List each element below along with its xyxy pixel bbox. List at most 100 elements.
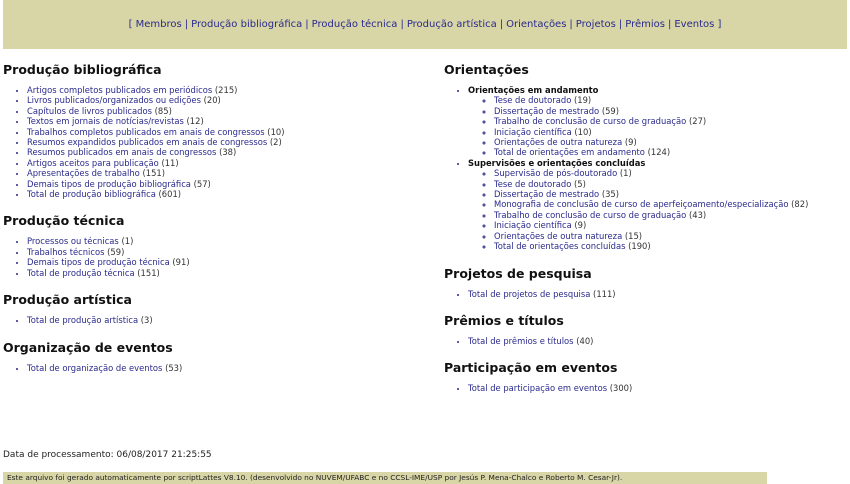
section-producao-tecnica: Produção técnica Processos ou técnicas (…	[3, 213, 423, 278]
list-item-link[interactable]: Dissertação de mestrado	[494, 106, 599, 116]
nav-link-producao-bibliografica[interactable]: Produção bibliográfica	[191, 19, 302, 30]
list-item-link[interactable]: Supervisão de pós-doutorado	[494, 168, 617, 178]
list-item-link[interactable]: Orientações de outra natureza	[494, 137, 622, 147]
footer-note: Este arquivo foi gerado automaticamente …	[3, 472, 767, 484]
list-item-link[interactable]: Livros publicados/organizados ou edições	[27, 95, 201, 105]
item-count: (12)	[186, 116, 204, 127]
section-title: Produção técnica	[3, 213, 125, 229]
section-organizacao-eventos: Organização de eventos Total de organiza…	[3, 340, 423, 373]
item-count: (57)	[193, 178, 211, 189]
list-item: Dissertação de mestrado (35)	[494, 189, 844, 199]
group-orientacoes-concluidas: Supervisões e orientações concluídas Sup…	[468, 158, 844, 252]
list-item: Livros publicados/organizados ou edições…	[27, 95, 423, 105]
list-item-link[interactable]: Trabalho de conclusão de curso de gradua…	[494, 116, 686, 126]
list-item: Apresentações de trabalho (151)	[27, 168, 423, 178]
nav-link-projetos[interactable]: Projetos	[576, 19, 616, 30]
list-orientacoes-andamento: Tese de doutorado (19) Dissertação de me…	[468, 95, 844, 157]
item-count: (53)	[165, 362, 183, 373]
list-item: Trabalho de conclusão de curso de gradua…	[494, 116, 844, 126]
item-count: (9)	[624, 137, 637, 148]
list-item-link[interactable]: Demais tipos de produção bibliográfica	[27, 179, 191, 189]
item-count: (10)	[267, 126, 285, 137]
list-item: Monografia de conclusão de curso de aper…	[494, 199, 844, 209]
list-item: Trabalhos completos publicados em anais …	[27, 127, 423, 137]
list-item-link[interactable]: Total de produção técnica	[27, 268, 135, 278]
list-item: Iniciação científica (10)	[494, 127, 844, 137]
item-count: (40)	[576, 335, 594, 346]
nav-link-premios[interactable]: Prêmios	[625, 19, 665, 30]
nav-link-orientacoes[interactable]: Orientações	[506, 19, 566, 30]
list-item-link[interactable]: Resumos publicados em anais de congresso…	[27, 147, 216, 157]
list-item: Total de produção técnica (151)	[27, 268, 423, 278]
section-participacao-eventos: Participação em eventos Total de partici…	[444, 360, 844, 393]
group-heading: Supervisões e orientações concluídas	[468, 157, 646, 168]
list-item-link[interactable]: Apresentações de trabalho	[27, 168, 140, 178]
processing-date: Data de processamento: 06/08/2017 21:25:…	[3, 450, 212, 460]
nav-link-membros[interactable]: Membros	[136, 19, 182, 30]
list-item: Textos em jornais de notícias/revistas (…	[27, 116, 423, 126]
list-item: Demais tipos de produção bibliográfica (…	[27, 179, 423, 189]
list-item-link[interactable]: Resumos expandidos publicados em anais d…	[27, 137, 267, 147]
list-item-link[interactable]: Total de orientações em andamento	[494, 147, 645, 157]
list-item: Artigos completos publicados em periódic…	[27, 85, 423, 95]
list-item: Orientações de outra natureza (15)	[494, 231, 844, 241]
section-title: Projetos de pesquisa	[444, 265, 592, 281]
list-item-link[interactable]: Iniciação científica	[494, 127, 572, 137]
section-title: Prêmios e títulos	[444, 312, 564, 328]
list-item: Iniciação científica (9)	[494, 220, 844, 230]
item-count: (111)	[593, 288, 616, 299]
list-item-link[interactable]: Tese de doutorado	[494, 179, 571, 189]
list-producao-tecnica: Processos ou técnicas (1) Trabalhos técn…	[3, 236, 423, 278]
list-item-link[interactable]: Orientações de outra natureza	[494, 231, 622, 241]
list-item: Total de orientações concluídas (190)	[494, 241, 844, 251]
list-producao-artistica: Total de produção artística (3)	[3, 315, 423, 325]
list-item-link[interactable]: Total de prêmios e títulos	[468, 336, 574, 346]
list-item-link[interactable]: Capítulos de livros publicados	[27, 106, 152, 116]
list-item-link[interactable]: Artigos aceitos para publicação	[27, 158, 159, 168]
section-producao-artistica: Produção artística Total de produção art…	[3, 292, 423, 325]
item-count: (151)	[142, 168, 166, 179]
nav-link-producao-tecnica[interactable]: Produção técnica	[312, 19, 398, 30]
list-item: Orientações de outra natureza (9)	[494, 137, 844, 147]
list-item-link[interactable]: Trabalhos completos publicados em anais …	[27, 127, 265, 137]
item-count: (11)	[161, 157, 179, 168]
right-column: Orientações Orientações em andamento Tes…	[444, 62, 844, 408]
list-item: Trabalhos técnicos (59)	[27, 247, 423, 257]
list-item: Tese de doutorado (19)	[494, 95, 844, 105]
list-item-link[interactable]: Trabalhos técnicos	[27, 247, 104, 257]
list-item-link[interactable]: Trabalho de conclusão de curso de gradua…	[494, 210, 686, 220]
list-item-link[interactable]: Dissertação de mestrado	[494, 189, 599, 199]
list-item: Total de prêmios e títulos (40)	[468, 336, 844, 346]
item-count: (1)	[619, 168, 632, 179]
item-count: (3)	[140, 315, 153, 326]
list-item: Dissertação de mestrado (59)	[494, 106, 844, 116]
list-item-link[interactable]: Total de produção artística	[27, 315, 138, 325]
list-item-link[interactable]: Processos ou técnicas	[27, 236, 119, 246]
item-count: (35)	[601, 189, 620, 200]
item-count: (151)	[137, 267, 160, 278]
list-item-link[interactable]: Total de organização de eventos	[27, 363, 162, 373]
section-orientacoes: Orientações Orientações em andamento Tes…	[444, 62, 844, 252]
list-item-link[interactable]: Total de projetos de pesquisa	[468, 289, 590, 299]
nav-link-eventos[interactable]: Eventos	[674, 19, 714, 30]
list-item-link[interactable]: Iniciação científica	[494, 220, 572, 230]
section-title: Participação em eventos	[444, 360, 618, 376]
list-item: Total de produção bibliográfica (601)	[27, 189, 423, 199]
list-participacao-eventos: Total de participação em eventos (300)	[444, 383, 844, 393]
list-item-link[interactable]: Demais tipos de produção técnica	[27, 257, 170, 267]
list-item-link[interactable]: Artigos completos publicados em periódic…	[27, 85, 212, 95]
list-item: Total de organização de eventos (53)	[27, 363, 423, 373]
list-item-link[interactable]: Total de participação em eventos	[468, 383, 607, 393]
list-item: Artigos aceitos para publicação (11)	[27, 158, 423, 168]
list-item-link[interactable]: Tese de doutorado	[494, 95, 571, 105]
list-item-link[interactable]: Textos em jornais de notícias/revistas	[27, 116, 184, 126]
list-item: Total de participação em eventos (300)	[468, 383, 844, 393]
list-item-link[interactable]: Monografia de conclusão de curso de aper…	[494, 199, 788, 209]
list-projetos-pesquisa: Total de projetos de pesquisa (111)	[444, 289, 844, 299]
nav-link-producao-artistica[interactable]: Produção artística	[407, 19, 497, 30]
list-item: Supervisão de pós-doutorado (1)	[494, 168, 844, 178]
list-item-link[interactable]: Total de orientações concluídas	[494, 241, 625, 251]
list-item-link[interactable]: Total de produção bibliográfica	[27, 189, 156, 199]
list-item: Trabalho de conclusão de curso de gradua…	[494, 210, 844, 220]
section-title: Produção bibliográfica	[3, 62, 162, 77]
